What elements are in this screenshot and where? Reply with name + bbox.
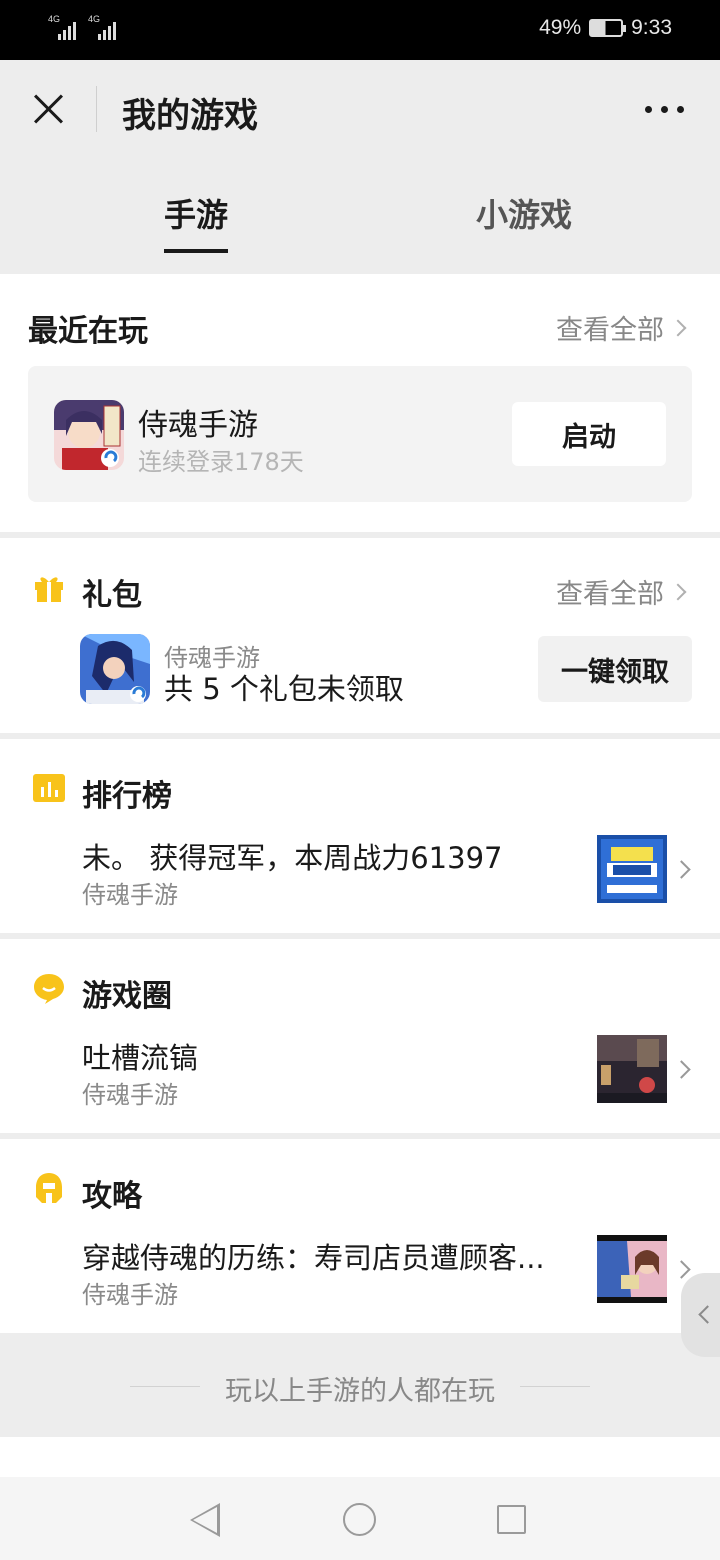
chevron-right-icon: [669, 319, 687, 336]
more-options-icon[interactable]: [645, 106, 684, 113]
circle-post-title: 吐槽流镐: [82, 1041, 199, 1075]
ranking-section[interactable]: 排行榜 未。 获得冠军，本周战力61397 侍魂手游: [0, 739, 720, 933]
ranking-headline: 未。 获得冠军，本周战力61397: [82, 841, 503, 875]
view-all-label: 查看全部: [556, 315, 664, 346]
side-drawer-handle[interactable]: [681, 1273, 720, 1357]
ranking-thumbnail: [597, 835, 667, 903]
header-divider: [96, 86, 97, 132]
tab-active-indicator: [164, 249, 228, 253]
chevron-right-icon: [672, 1260, 691, 1279]
game-name: 侍魂手游: [138, 408, 258, 443]
close-icon[interactable]: [28, 88, 70, 130]
divider-line: [520, 1386, 590, 1387]
home-icon[interactable]: [343, 1503, 376, 1536]
battery-percent: 49%: [539, 16, 582, 39]
gift-section: 礼包 查看全部 侍魂手游 共 5 个礼包未领取 一键领取: [0, 538, 720, 733]
circle-thumbnail: [597, 1035, 667, 1103]
section-title: 礼包: [82, 578, 142, 613]
chevron-right-icon: [669, 583, 687, 600]
status-right: 49% 9:33: [539, 16, 672, 40]
recommend-list: [0, 1437, 720, 1477]
network-type-label: 4G: [48, 14, 61, 24]
guide-article-title: 穿越侍魂的历练：寿司店员遭顾客...: [82, 1241, 545, 1275]
app-header: 我的游戏: [0, 60, 720, 160]
game-icon: [80, 634, 150, 704]
tab-mobile-games[interactable]: 手游: [164, 190, 228, 236]
gift-count-text: 共 5 个礼包未领取: [164, 672, 404, 706]
chat-bubble-icon: [32, 971, 66, 1005]
guide-thumbnail: [597, 1235, 667, 1303]
game-icon: [54, 400, 124, 470]
guide-game-name: 侍魂手游: [82, 1281, 178, 1309]
guide-section[interactable]: 攻略 穿越侍魂的历练：寿司店员遭顾客... 侍魂手游: [0, 1139, 720, 1333]
network-type-label: 4G: [88, 14, 101, 24]
gift-icon: [32, 570, 66, 604]
chevron-right-icon: [672, 1060, 691, 1079]
section-title: 攻略: [82, 1179, 142, 1214]
chevron-right-icon: [672, 860, 691, 879]
recommend-title: 玩以上手游的人都在玩: [225, 1376, 495, 1407]
status-bar: 4G 4G 49% 9:33: [0, 0, 720, 60]
section-title: 最近在玩: [28, 314, 148, 349]
recent-section: 最近在玩 查看全部 侍魂手游 连续登录178天 启动: [0, 274, 720, 532]
tab-mini-games[interactable]: 小游戏: [476, 190, 572, 236]
view-all-label: 查看全部: [556, 579, 664, 610]
recommend-divider: 玩以上手游的人都在玩: [0, 1333, 720, 1437]
bar-chart-icon: [32, 771, 66, 805]
battery-icon: [589, 19, 627, 37]
claim-all-button[interactable]: 一键领取: [538, 636, 692, 702]
recent-game-card[interactable]: 侍魂手游 连续登录178天 启动: [28, 366, 692, 502]
login-streak: 连续登录178天: [138, 448, 304, 476]
system-nav-bar: [0, 1477, 720, 1560]
launch-button[interactable]: 启动: [512, 402, 666, 466]
back-icon[interactable]: [190, 1503, 220, 1537]
section-title: 游戏圈: [82, 979, 172, 1014]
helmet-icon: [32, 1171, 66, 1205]
tab-bar: 手游 小游戏: [0, 160, 720, 274]
signal-icon: 4G: [88, 14, 116, 40]
section-title: 排行榜: [82, 779, 172, 814]
view-all-link[interactable]: 查看全部: [556, 308, 687, 347]
ranking-game-name: 侍魂手游: [82, 881, 178, 909]
clock: 9:33: [631, 16, 672, 39]
view-all-link[interactable]: 查看全部: [556, 572, 687, 611]
recent-apps-icon[interactable]: [497, 1505, 526, 1534]
game-circle-section[interactable]: 游戏圈 吐槽流镐 侍魂手游: [0, 939, 720, 1133]
signal-icon: 4G: [48, 14, 76, 40]
page-title: 我的游戏: [122, 96, 258, 136]
circle-game-name: 侍魂手游: [82, 1081, 178, 1109]
